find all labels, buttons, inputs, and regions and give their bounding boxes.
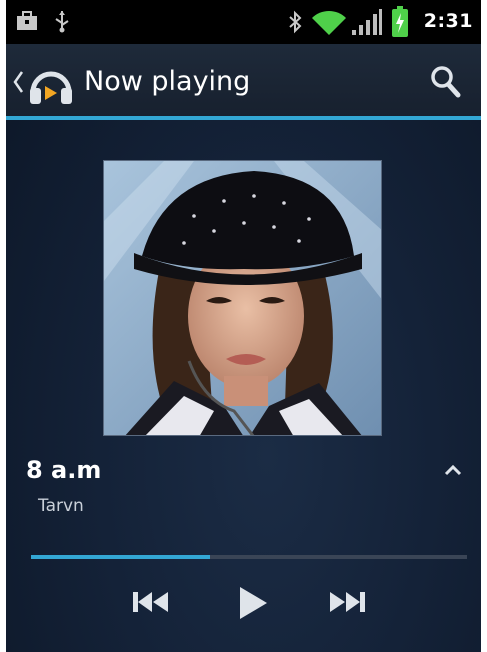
bluetooth-icon <box>288 10 302 38</box>
track-title: 8 a.m <box>26 456 102 484</box>
wifi-icon <box>311 10 347 40</box>
progress-fill <box>31 555 210 559</box>
page-title: Now playing <box>84 66 251 97</box>
expand-chevron-up-icon[interactable] <box>443 462 463 481</box>
previous-icon[interactable] <box>132 590 170 618</box>
status-bar: 2:31 <box>6 0 481 44</box>
search-icon[interactable] <box>429 64 461 102</box>
track-artist: Tarvn <box>38 496 84 516</box>
music-player-screen: 2:31 Now playing 8 a.m Tarvn <box>6 0 481 652</box>
signal-icon <box>351 8 383 40</box>
album-art <box>103 160 382 436</box>
next-icon[interactable] <box>328 590 366 618</box>
back-chevron-icon[interactable] <box>12 69 24 99</box>
action-bar-divider <box>6 116 481 120</box>
headphones-icon[interactable] <box>28 62 74 110</box>
battery-charging-icon <box>391 6 409 42</box>
progress-bar[interactable] <box>31 555 467 559</box>
usb-icon <box>54 9 70 37</box>
clock: 2:31 <box>423 10 473 32</box>
action-bar: Now playing <box>6 44 481 119</box>
briefcase-icon <box>16 11 38 35</box>
play-icon[interactable] <box>238 586 268 624</box>
